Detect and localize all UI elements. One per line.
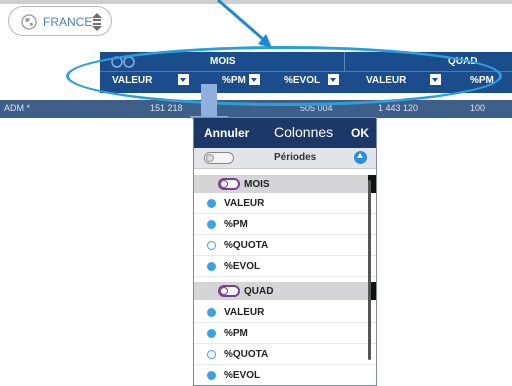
section-toggle[interactable] <box>218 285 240 297</box>
item-label: %EVOL <box>224 370 261 381</box>
list-item[interactable]: %EVOL <box>194 256 376 277</box>
item-label: VALEUR <box>224 307 265 318</box>
periods-toggle[interactable] <box>204 152 234 164</box>
checked-icon <box>207 199 216 208</box>
list-item[interactable]: VALEUR <box>194 302 376 323</box>
scroll-up-icon[interactable] <box>354 151 367 164</box>
list-item[interactable]: %QUOTA <box>194 344 376 365</box>
item-label: %PM <box>224 219 248 230</box>
cell-value: 100 <box>470 103 486 113</box>
unchecked-icon <box>207 350 216 359</box>
section-mois[interactable]: MOIS <box>194 175 376 193</box>
checked-icon <box>207 262 216 271</box>
checked-icon <box>207 371 216 380</box>
checked-icon <box>207 220 216 229</box>
item-label: %QUOTA <box>224 349 269 360</box>
section-quad[interactable]: QUAD <box>194 282 376 300</box>
country-selector-button[interactable]: FRANCE <box>8 6 112 36</box>
section-title: MOIS <box>244 179 270 190</box>
row-label: ADM * <box>4 103 31 113</box>
callout-arrow-top <box>217 0 272 48</box>
checked-icon <box>207 308 216 317</box>
panel-title: Colonnes <box>274 124 334 140</box>
globe-icon <box>21 14 37 30</box>
section-toggle[interactable] <box>218 178 240 190</box>
cell-value: 151 218 <box>150 103 183 113</box>
scrollbar[interactable] <box>368 180 371 360</box>
periods-toolbar: Périodes <box>194 148 376 169</box>
item-label: %PM <box>224 328 248 339</box>
list-item[interactable]: %PM <box>194 214 376 235</box>
unchecked-icon <box>207 241 216 250</box>
up-down-arrows-icon <box>92 13 102 31</box>
ok-button[interactable]: OK <box>351 126 369 140</box>
cell-value: 1 443 120 <box>378 103 419 113</box>
list-item[interactable]: %QUOTA <box>194 235 376 256</box>
columns-panel: Annuler Colonnes OK Périodes MOIS VALEUR… <box>193 117 377 386</box>
highlight-ellipse <box>66 46 502 106</box>
item-label: %QUOTA <box>224 240 269 251</box>
list-item[interactable]: %PM <box>194 323 376 344</box>
section-title: QUAD <box>244 286 274 297</box>
list-item[interactable]: VALEUR <box>194 193 376 214</box>
country-label: FRANCE <box>43 15 93 29</box>
list-item[interactable]: %EVOL <box>194 365 376 385</box>
item-label: %EVOL <box>224 261 261 272</box>
checked-icon <box>207 329 216 338</box>
periods-label: Périodes <box>274 152 317 163</box>
panel-navbar: Annuler Colonnes OK <box>194 118 376 148</box>
item-label: VALEUR <box>224 198 265 209</box>
cancel-button[interactable]: Annuler <box>204 126 249 140</box>
